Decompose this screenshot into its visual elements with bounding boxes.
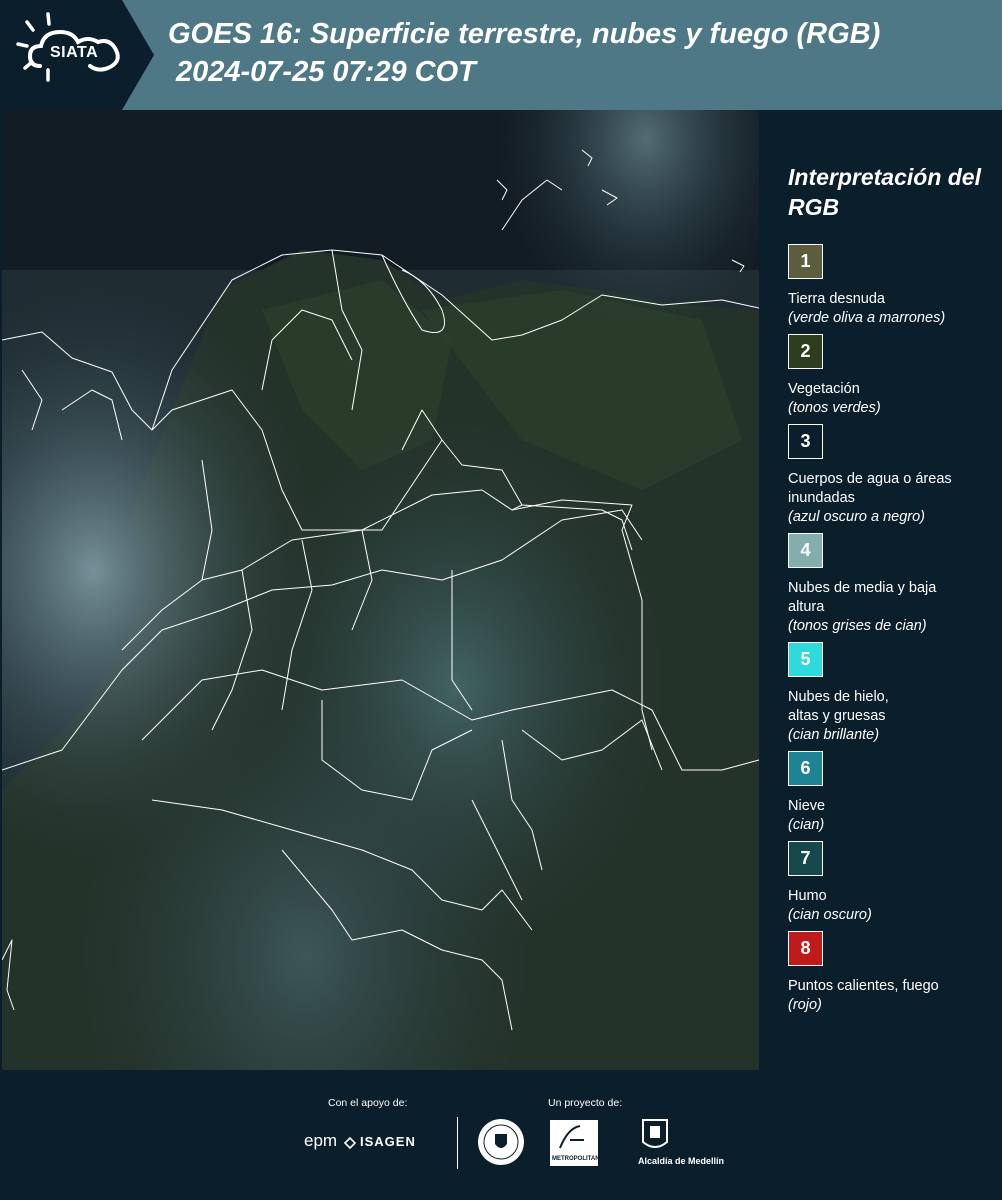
alcaldia-text: Alcaldía de Medellín bbox=[638, 1156, 725, 1166]
legend-item-mid-low-clouds: 4 Nubes de media y baja altura (tonos gr… bbox=[788, 533, 998, 636]
isagen-mark-icon bbox=[343, 1136, 357, 1150]
university-seal-icon bbox=[478, 1119, 524, 1165]
legend-swatch: 5 bbox=[788, 642, 823, 677]
legend-swatch: 3 bbox=[788, 424, 823, 459]
timestamp: 2024-07-25 07:29 COT bbox=[176, 56, 476, 88]
footer-sponsors: Con el apoyo de: Un proyecto de: epm ISA… bbox=[0, 1070, 1002, 1200]
legend-swatch: 7 bbox=[788, 841, 823, 876]
legend-note: (cian brillante) bbox=[788, 727, 880, 743]
legend-item-smoke: 7 Humo (cian oscuro) bbox=[788, 841, 998, 925]
area-metropolitana-text: METROPOLITANA bbox=[552, 1156, 604, 1162]
legend-title: Interpretación del RGB bbox=[788, 164, 981, 220]
project-label: Un proyecto de: bbox=[548, 1097, 623, 1109]
legend-swatch: 8 bbox=[788, 931, 823, 966]
legend-note: (tonos verdes) bbox=[788, 400, 881, 416]
legend-swatch: 2 bbox=[788, 334, 823, 369]
satellite-map bbox=[2, 110, 759, 1070]
legend-swatch: 4 bbox=[788, 533, 823, 568]
isagen-logo: ISAGEN bbox=[360, 1134, 416, 1149]
legend-item-snow: 6 Nieve (cian) bbox=[788, 751, 998, 835]
alcaldia-shield-icon bbox=[642, 1119, 668, 1148]
header-banner: SIATA GOES 16: Superficie terrestre, nub… bbox=[0, 0, 1002, 110]
legend-label: Nubes de media y baja altura bbox=[788, 580, 937, 615]
legend-item-ice-clouds: 5 Nubes de hielo, altas y gruesas (cian … bbox=[788, 642, 998, 745]
legend-note: (tonos grises de cian) bbox=[788, 618, 927, 634]
legend-label: Vegetación bbox=[788, 381, 860, 397]
legend-item-water: 3 Cuerpos de agua o áreas inundadas (azu… bbox=[788, 424, 998, 527]
page-title: GOES 16: Superficie terrestre, nubes y f… bbox=[168, 18, 881, 50]
legend-note: (verde oliva a marrones) bbox=[788, 310, 946, 326]
legend-label: Humo bbox=[788, 888, 827, 904]
legend-label: Cuerpos de agua o áreas inundadas bbox=[788, 471, 952, 506]
footer-divider bbox=[457, 1117, 458, 1169]
legend-note: (cian oscuro) bbox=[788, 907, 872, 923]
legend-item-vegetation: 2 Vegetación (tonos verdes) bbox=[788, 334, 998, 418]
legend-label: Puntos calientes, fuego bbox=[788, 978, 939, 994]
legend-label: Tierra desnuda bbox=[788, 291, 885, 307]
legend-item-fire: 8 Puntos calientes, fuego (rojo) bbox=[788, 931, 998, 1015]
siata-logo: SIATA bbox=[0, 0, 160, 110]
legend-item-bare-land: 1 Tierra desnuda (verde oliva a marrones… bbox=[788, 244, 998, 328]
legend-swatch: 6 bbox=[788, 751, 823, 786]
siata-logo-text: SIATA bbox=[50, 44, 99, 61]
legend-note: (azul oscuro a negro) bbox=[788, 509, 926, 525]
support-label: Con el apoyo de: bbox=[328, 1097, 408, 1109]
legend-panel: Interpretación del RGB 1 Tierra desnuda … bbox=[762, 110, 1002, 1070]
legend-note: (cian) bbox=[788, 817, 825, 833]
legend-swatch: 1 bbox=[788, 244, 823, 279]
legend-note: (rojo) bbox=[788, 997, 822, 1013]
legend-label: Nubes de hielo, altas y gruesas bbox=[788, 689, 889, 724]
epm-logo: epm bbox=[304, 1131, 338, 1150]
legend-label: Nieve bbox=[788, 798, 826, 814]
